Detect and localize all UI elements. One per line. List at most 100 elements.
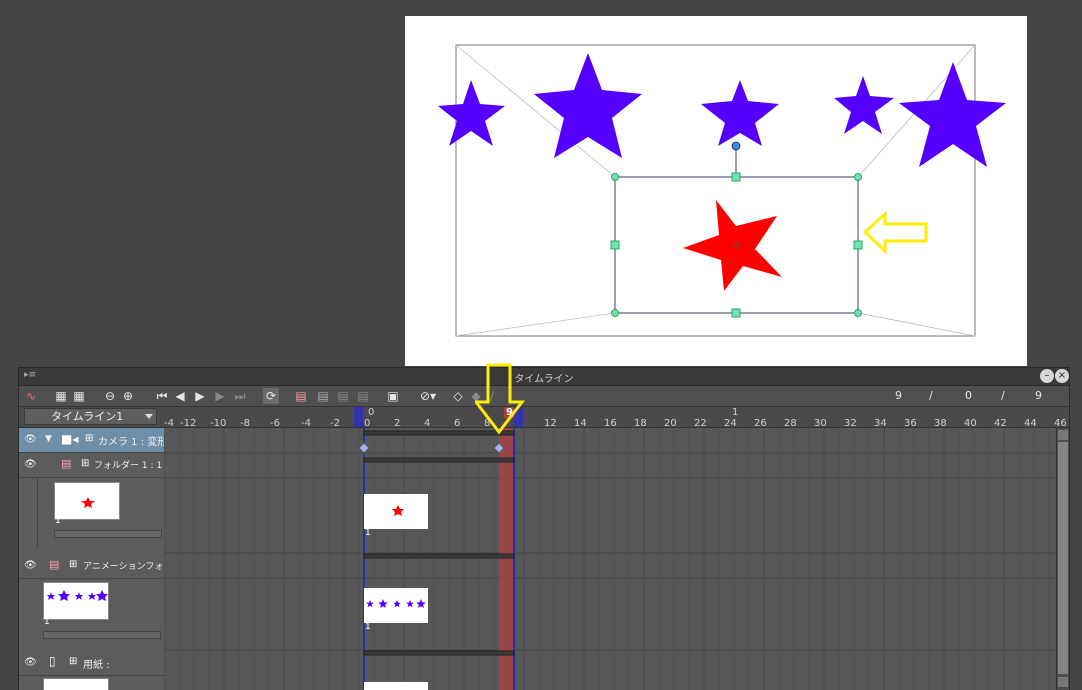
play-icon[interactable]: ▶: [193, 388, 207, 404]
yellow-down-arrow-annotation: [475, 363, 526, 435]
chevron-down-icon: [145, 414, 153, 419]
panel-title: タイムライン: [514, 374, 574, 385]
edit-timeline-icon[interactable]: ▦: [71, 388, 87, 404]
plus-box-icon[interactable]: ⊞: [69, 559, 77, 570]
layer-folder[interactable]: 👁 ▤ ⊞ フォルダー 1 : 1 : セ: [19, 453, 164, 478]
cel-thumbnail[interactable]: [43, 582, 109, 620]
new-timeline-icon[interactable]: ▦: [53, 388, 69, 404]
minimize-icon[interactable]: –: [1040, 369, 1054, 383]
canvas-area[interactable]: [0, 0, 1082, 367]
blue-star: [534, 53, 642, 158]
edge-handle: [610, 240, 620, 250]
layer-label: カメラ 1 : 変形: [98, 437, 165, 448]
frame-ruler[interactable]: -4 -12 -10 -8 -6 -4 -2 0 2 4 6 8 9 12 14 16 18 20 22 24 26 28…: [164, 407, 1067, 429]
blue-star: [834, 76, 894, 134]
zoom-in-icon[interactable]: ⊕: [121, 388, 135, 404]
eye-icon[interactable]: 👁: [24, 434, 37, 446]
yellow-left-arrow-annotation: [862, 210, 928, 255]
guide-line: [857, 312, 976, 337]
counter-separator: /: [1001, 389, 1005, 402]
new-animation-folder-icon[interactable]: ▤: [293, 388, 309, 404]
paper-track-bar: [363, 650, 515, 656]
onion-skin-icon[interactable]: ∿: [23, 388, 39, 404]
vertical-scrollbar[interactable]: [1056, 428, 1069, 690]
eye-icon[interactable]: 👁: [24, 657, 37, 669]
layer-camera[interactable]: 👁 ▼ ■◂ ⊞ カメラ 1 : 変形: [19, 428, 164, 453]
plus-box-icon[interactable]: ⊞: [85, 433, 93, 444]
corner-handle: [854, 309, 862, 317]
red-star: [683, 200, 782, 291]
expand-arrow-icon[interactable]: ▼: [45, 434, 52, 444]
layer-list: 👁 ▼ ■◂ ⊞ カメラ 1 : 変形 👁 ▤ ⊞ フォルダー 1 : 1 : …: [19, 428, 165, 690]
close-icon[interactable]: ×: [1055, 369, 1069, 383]
timeline-tracks[interactable]: 1 1: [164, 428, 1056, 690]
specify-cel-icon[interactable]: ▤: [335, 388, 351, 404]
add-keyframe-icon[interactable]: ◇: [451, 388, 465, 404]
range-start-marker[interactable]: [354, 407, 363, 427]
first-frame-icon[interactable]: ⏮: [155, 388, 169, 404]
previous-frame-icon[interactable]: ◀: [173, 388, 187, 404]
last-frame-icon[interactable]: ⏭: [233, 388, 247, 404]
cel-number: 1: [55, 516, 61, 526]
animation-folder-icon: ▤: [49, 558, 60, 571]
camera-icon: ■◂: [61, 432, 79, 446]
plus-box-icon[interactable]: ⊞: [69, 656, 77, 667]
cel-thumbnail[interactable]: [54, 482, 120, 520]
thumbnail-red-star: [81, 497, 95, 508]
new-cel-icon[interactable]: ▤: [315, 388, 331, 404]
zoom-out-icon[interactable]: ⊖: [103, 388, 117, 404]
folder-icon: ▤: [61, 457, 72, 470]
ruler-second-marker: 1: [732, 407, 739, 418]
track-cel-number: 1: [365, 528, 371, 538]
corner-handle: [854, 173, 862, 181]
edge-handle: [853, 240, 863, 250]
scroll-down-arrow[interactable]: [1058, 677, 1068, 687]
end-frame-counter: 9: [1035, 389, 1042, 402]
eye-icon[interactable]: 👁: [24, 459, 37, 471]
cel-slider[interactable]: [54, 530, 162, 538]
animation-thumbnail-area: 1: [37, 579, 164, 647]
paper-thumbnail[interactable]: [43, 678, 109, 690]
timeline-select[interactable]: タイムライン1: [24, 408, 157, 425]
panel-titlebar[interactable]: ▸≡ タイムライン – ×: [19, 368, 1069, 386]
next-frame-icon[interactable]: ▶: [213, 388, 227, 404]
timeline-header-row: タイムライン1 -4 -12 -10 -8 -6 -4 -2 0 2 4 6 8 9 12 14 16 18 20…: [19, 407, 1069, 429]
corner-handle: [611, 173, 619, 181]
blue-star: [701, 80, 779, 146]
folder-track-bar: [363, 457, 515, 463]
layer-label: 用紙 :: [83, 660, 110, 671]
start-frame-counter: 0: [965, 389, 972, 402]
blue-star: [438, 80, 505, 146]
counter-separator: /: [929, 389, 933, 402]
timeline-toolbar: ∿ ▦ ▦ ⊖ ⊕ ⏮ ◀ ▶ ▶ ⏭ ⟳ ▤ ▤ ▤ ▤ ▣ ⊘▾ ◇ ◆ ∕…: [19, 386, 1069, 407]
layer-label: アニメーションフォルダー: [83, 562, 164, 572]
keyframe-mode-icon[interactable]: ⊘▾: [415, 388, 441, 404]
plus-box-icon[interactable]: ⊞: [81, 458, 89, 469]
edge-handle: [731, 308, 741, 318]
edge-handle: [731, 172, 741, 182]
blue-star: [899, 62, 1006, 167]
eye-icon[interactable]: 👁: [24, 560, 37, 572]
light-table-icon[interactable]: ▣: [385, 388, 401, 404]
specify-cel-alt-icon[interactable]: ▤: [355, 388, 371, 404]
loop-icon[interactable]: ⟳: [263, 388, 279, 404]
current-frame-counter: 9: [895, 389, 902, 402]
thumbnail-blue-stars: [47, 590, 108, 601]
rotate-handle: [731, 141, 741, 151]
paper-canvas[interactable]: [405, 16, 1027, 366]
paper-icon: ▯: [49, 654, 56, 668]
layer-animation-folder[interactable]: 👁 ▤ ⊞ アニメーションフォルダー: [19, 554, 164, 579]
animation-track-bar: [363, 553, 515, 559]
scroll-thumb[interactable]: [1058, 442, 1068, 674]
ruler-second-marker: 0: [368, 407, 375, 418]
layer-paper[interactable]: 👁 ▯ ⊞ 用紙 :: [19, 651, 164, 676]
cel-slider[interactable]: [43, 631, 161, 639]
folder-thumbnail-area: 1: [37, 478, 164, 548]
keyframe-diamond: [358, 442, 370, 454]
layer-label: フォルダー 1 : 1 : セ: [94, 461, 164, 471]
timeline-panel: ▸≡ タイムライン – × ∿ ▦ ▦ ⊖ ⊕ ⏮ ◀ ▶ ▶ ⏭ ⟳ ▤ ▤ …: [18, 367, 1070, 690]
track-paper-thumbnail: [364, 682, 428, 690]
tracks-drawing: [164, 428, 1056, 690]
paper-drawing: [438, 44, 1006, 337]
scroll-up-arrow[interactable]: [1058, 430, 1068, 440]
